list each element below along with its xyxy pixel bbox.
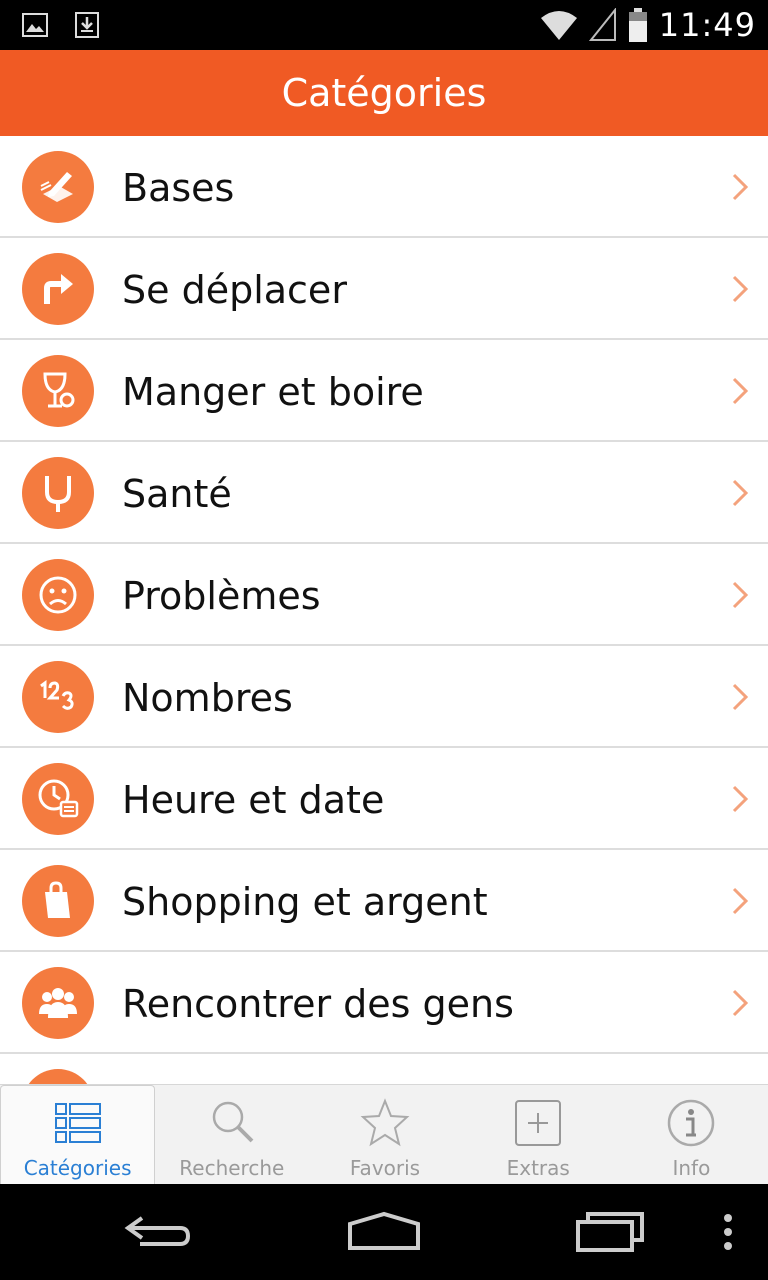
chevron-right-icon (732, 581, 749, 609)
category-row-bases[interactable]: Bases (0, 136, 768, 238)
info-icon (668, 1099, 715, 1147)
category-label: Heure et date (122, 778, 385, 822)
pencil-paper-icon (22, 151, 94, 223)
category-label: Se déplacer (122, 268, 347, 312)
category-label: Nombres (122, 676, 293, 720)
clock-time: 11:49 (658, 6, 756, 44)
image-notification-icon (22, 13, 48, 37)
signal-icon (588, 8, 616, 41)
page-title: Catégories (281, 71, 487, 115)
category-label: Rencontrer des gens (122, 982, 514, 1026)
chevron-right-icon (732, 173, 749, 201)
plus-box-icon (515, 1100, 562, 1146)
category-label: Shopping et argent (122, 880, 488, 924)
system-navigation-bar (0, 1184, 768, 1280)
tab-recherche[interactable]: Recherche (155, 1085, 308, 1184)
chevron-right-icon (732, 377, 749, 405)
search-icon (212, 1101, 254, 1143)
category-icon (22, 1069, 94, 1084)
tab-categories[interactable]: Catégories (0, 1085, 156, 1184)
category-label: Bases (122, 166, 235, 210)
chevron-right-icon (732, 887, 749, 915)
category-row-nombres[interactable]: Nombres (0, 646, 768, 748)
category-row-sante[interactable]: Santé (0, 442, 768, 544)
stethoscope-icon (22, 457, 94, 529)
tab-extras[interactable]: Extras (462, 1085, 615, 1184)
category-row-shopping-et-argent[interactable]: Shopping et argent (0, 850, 768, 952)
numbers-icon (22, 661, 94, 733)
glass-fork-icon (22, 355, 94, 427)
recent-apps-icon[interactable] (574, 1208, 646, 1256)
list-grid-icon (54, 1103, 101, 1143)
tab-favoris[interactable]: Favoris (308, 1085, 461, 1184)
tab-label: Favoris (349, 1156, 421, 1180)
turn-arrow-icon (22, 253, 94, 325)
back-icon[interactable] (122, 1208, 194, 1256)
overflow-menu-icon[interactable] (718, 1208, 738, 1256)
battery-icon (628, 8, 647, 42)
people-icon (22, 967, 94, 1039)
tab-label: Info (672, 1156, 711, 1180)
category-label: Problèmes (122, 574, 321, 618)
category-list: Bases Se déplacer Manger et boire Santé … (0, 136, 768, 1084)
chevron-right-icon (732, 989, 749, 1017)
title-bar: Catégories (0, 50, 768, 136)
category-label: Santé (122, 472, 232, 516)
category-row-heure-et-date[interactable]: Heure et date (0, 748, 768, 850)
wifi-icon (540, 11, 577, 40)
category-row-problemes[interactable]: Problèmes (0, 544, 768, 646)
shopping-bag-icon (22, 865, 94, 937)
chevron-right-icon (732, 683, 749, 711)
category-label: Manger et boire (122, 370, 424, 414)
category-row-partial[interactable] (0, 1054, 768, 1084)
category-row-se-deplacer[interactable]: Se déplacer (0, 238, 768, 340)
chevron-right-icon (732, 479, 749, 507)
tab-info[interactable]: Info (615, 1085, 768, 1184)
home-icon[interactable] (346, 1208, 422, 1256)
tab-label: Catégories (23, 1156, 132, 1180)
sad-face-icon (22, 559, 94, 631)
tab-label: Recherche (179, 1156, 285, 1180)
tab-label: Extras (506, 1156, 570, 1180)
status-bar: 11:49 (0, 0, 768, 50)
chevron-right-icon (732, 275, 749, 303)
clock-calendar-icon (22, 763, 94, 835)
bottom-tab-bar: Catégories Recherche Favoris Extras Info (0, 1084, 768, 1184)
chevron-right-icon (732, 785, 749, 813)
category-row-manger-et-boire[interactable]: Manger et boire (0, 340, 768, 442)
category-row-rencontrer-des-gens[interactable]: Rencontrer des gens (0, 952, 768, 1054)
download-notification-icon (75, 12, 99, 38)
star-icon (360, 1098, 410, 1147)
